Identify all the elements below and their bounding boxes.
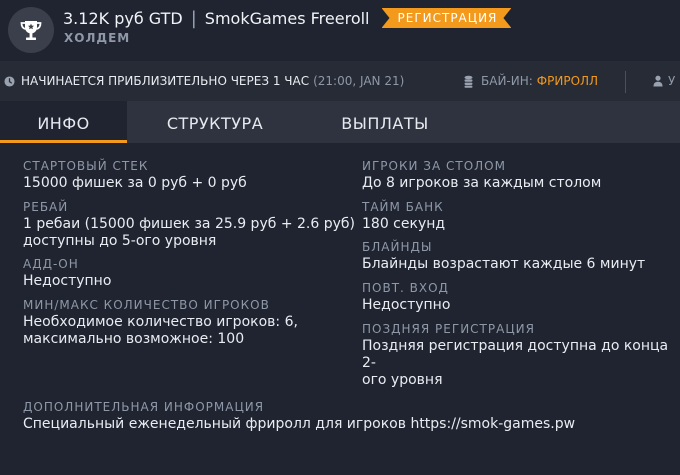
min-max-players-line2: максимально возможное: 100 <box>23 331 245 347</box>
trophy-badge <box>8 7 54 53</box>
rebuy-field: РЕБАЙ 1 ребаи (15000 фишек за 25.9 руб +… <box>23 199 355 250</box>
start-time-date: (21:00, JAN 21) <box>313 74 405 88</box>
addon-value: Недоступно <box>23 273 112 289</box>
players-at-table-field: ИГРОКИ ЗА СТОЛОМ До 8 игроков за каждым … <box>362 158 601 192</box>
start-time-text: НАЧИНАЕТСЯ ПРИБЛИЗИТЕЛЬНО ЧЕРЕЗ 1 ЧАС <box>21 74 310 88</box>
time-bank-field: ТАЙМ БАНК 180 секунд <box>362 199 445 233</box>
game-type: ХОЛДЕМ <box>64 31 131 45</box>
user-icon <box>653 75 663 87</box>
players-at-table-value: До 8 игроков за каждым столом <box>362 175 602 191</box>
coins-icon <box>464 75 473 88</box>
blinds-field: БЛАЙНДЫ Блайнды возрастают каждые 6 мину… <box>362 239 645 273</box>
additional-info-label: ДОПОЛНИТЕЛЬНАЯ ИНФОРМАЦИЯ <box>23 400 265 414</box>
starting-stack-field: СТАРТОВЫЙ СТЕК 15000 фишек за 0 руб + 0 … <box>23 158 247 192</box>
min-max-players-line1: Необходимое количество игроков: 6, <box>23 314 298 330</box>
min-max-players-field: МИН/МАКС КОЛИЧЕСТВО ИГРОКОВ Необходимое … <box>23 297 298 348</box>
reentry-label: ПОВТ. ВХОД <box>362 281 449 295</box>
tab-bar: ИНФО СТРУКТУРА ВЫПЛАТЫ <box>0 101 680 143</box>
tournament-header: 3.12K руб GTD | SmokGames Freeroll РЕГИС… <box>0 0 680 61</box>
additional-info-value: Специальный еженедельный фриролл для игр… <box>23 416 576 432</box>
late-registration-line2: ого уровня <box>362 372 443 388</box>
min-max-players-label: МИН/МАКС КОЛИЧЕСТВО ИГРОКОВ <box>23 298 270 312</box>
addon-field: АДД-ОН Недоступно <box>23 256 111 290</box>
tab-structure[interactable]: СТРУКТУРА <box>140 101 290 143</box>
starting-stack-label: СТАРТОВЫЙ СТЕК <box>23 159 149 173</box>
time-bank-value: 180 секунд <box>362 216 446 232</box>
tab-payouts[interactable]: ВЫПЛАТЫ <box>310 101 460 143</box>
clock-icon <box>4 75 15 87</box>
blinds-label: БЛАЙНДЫ <box>362 240 433 254</box>
late-registration-line1: Поздняя регистрация доступна до конца 2- <box>362 338 669 371</box>
rebuy-label: РЕБАЙ <box>23 200 69 214</box>
late-registration-field: ПОЗДНЯЯ РЕГИСТРАЦИЯ Поздняя регистрация … <box>362 321 680 389</box>
buyin-item: БАЙ-ИН: ФРИРОЛЛ <box>464 61 598 101</box>
start-time-item: НАЧИНАЕТСЯ ПРИБЛИЗИТЕЛЬНО ЧЕРЕЗ 1 ЧАС (2… <box>4 61 404 101</box>
prize-pool: 3.12K руб GTD <box>63 8 183 28</box>
reentry-field: ПОВТ. ВХОД Недоступно <box>362 280 450 314</box>
rebuy-value-line1: 1 ребаи (15000 фишек за 25.9 руб + 2.6 р… <box>23 216 355 232</box>
info-panel: СТАРТОВЫЙ СТЕК 15000 фишек за 0 руб + 0 … <box>0 143 680 475</box>
trophy-icon <box>20 21 42 40</box>
time-bank-label: ТАЙМ БАНК <box>362 200 444 214</box>
tournament-infobar: НАЧИНАЕТСЯ ПРИБЛИЗИТЕЛЬНО ЧЕРЕЗ 1 ЧАС (2… <box>0 61 680 101</box>
players-item: У <box>653 61 675 101</box>
infobar-divider <box>625 71 626 93</box>
blinds-value: Блайнды возрастают каждые 6 минут <box>362 256 646 272</box>
buyin-value: ФРИРОЛЛ <box>536 74 599 88</box>
additional-info-field: ДОПОЛНИТЕЛЬНАЯ ИНФОРМАЦИЯ Специальный еж… <box>23 399 575 433</box>
reentry-value: Недоступно <box>362 297 451 313</box>
registration-badge[interactable]: РЕГИСТРАЦИЯ <box>382 8 512 28</box>
players-at-table-label: ИГРОКИ ЗА СТОЛОМ <box>362 159 506 173</box>
rebuy-value-line2: доступны до 5-ого уровня <box>23 233 217 249</box>
tournament-name: SmokGames Freeroll <box>204 8 370 28</box>
players-label-cut: У <box>668 74 676 88</box>
tournament-title: 3.12K руб GTD | SmokGames Freeroll РЕГИС… <box>63 7 511 29</box>
title-separator: | <box>190 7 197 29</box>
starting-stack-value: 15000 фишек за 0 руб + 0 руб <box>23 175 247 191</box>
addon-label: АДД-ОН <box>23 257 79 271</box>
buyin-label: БАЙ-ИН: <box>481 74 533 88</box>
late-registration-label: ПОЗДНЯЯ РЕГИСТРАЦИЯ <box>362 322 535 336</box>
tab-info[interactable]: ИНФО <box>0 101 127 143</box>
